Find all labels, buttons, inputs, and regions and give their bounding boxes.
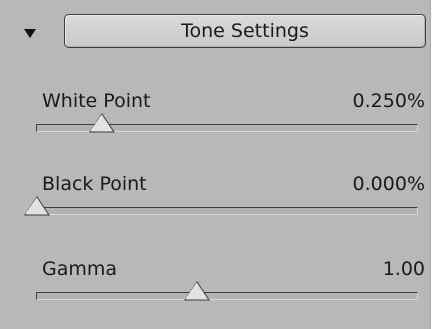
white-point-label: White Point: [42, 90, 151, 112]
gamma-slider-track[interactable]: [36, 281, 418, 301]
gamma-control: Gamma 1.00: [0, 258, 431, 318]
white-point-slider-thumb[interactable]: [88, 113, 115, 133]
black-point-slider-track[interactable]: [24, 196, 418, 216]
black-point-control: Black Point 0.000%: [0, 173, 431, 233]
white-point-value: 0.250%: [352, 90, 425, 112]
white-point-control: White Point 0.250%: [0, 90, 431, 150]
tone-settings-panel: Tone Settings White Point 0.250% Black P…: [0, 0, 431, 329]
black-point-slider-thumb[interactable]: [24, 196, 50, 216]
collapse-triangle-icon[interactable]: [24, 29, 36, 38]
gamma-value: 1.00: [382, 258, 425, 280]
gamma-slider-thumb[interactable]: [183, 281, 210, 301]
gamma-label: Gamma: [42, 258, 118, 280]
tone-settings-header-button[interactable]: Tone Settings: [64, 14, 426, 48]
section-title: Tone Settings: [181, 20, 309, 42]
white-point-slider-track[interactable]: [36, 113, 418, 133]
black-point-value: 0.000%: [352, 173, 425, 195]
black-point-label: Black Point: [42, 173, 147, 195]
